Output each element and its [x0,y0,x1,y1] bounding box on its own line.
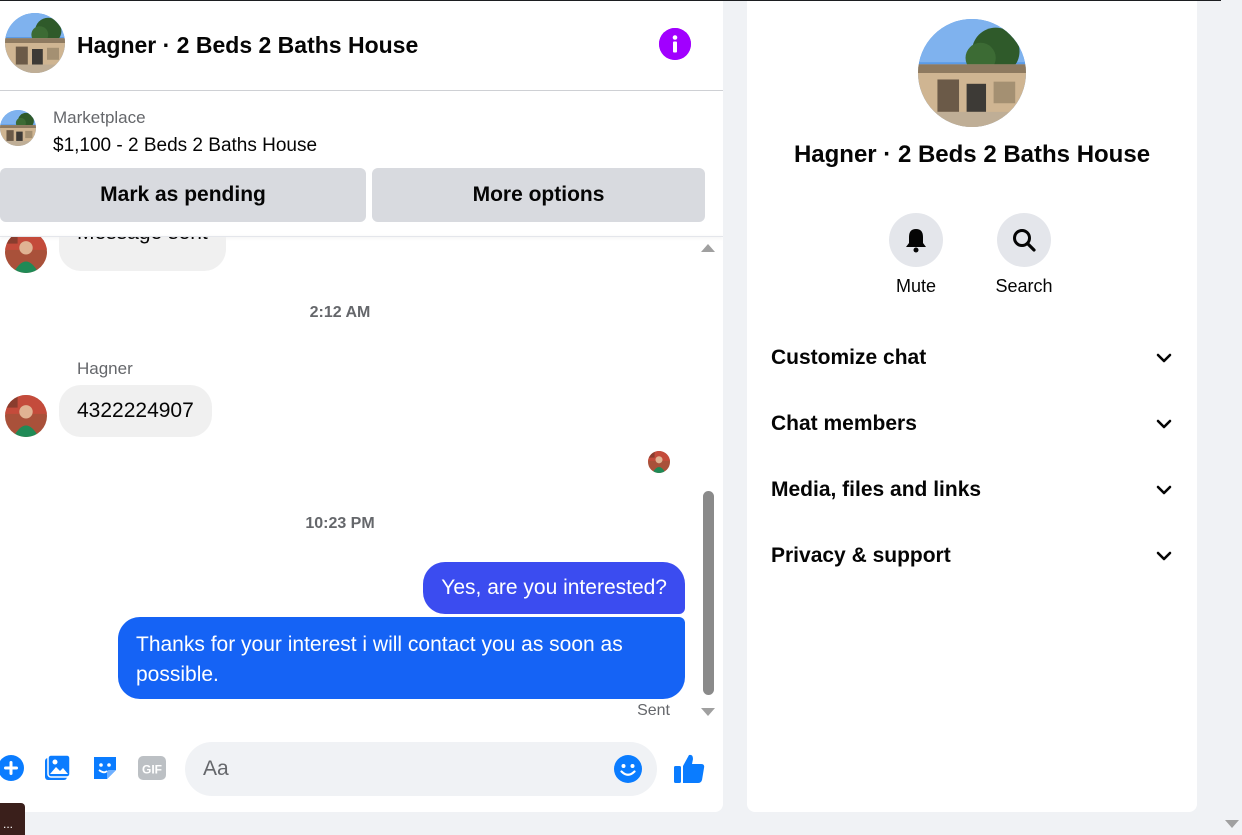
message-status: Sent [637,702,670,719]
timestamp: 2:12 AM [309,304,371,321]
message-bubble-outgoing[interactable]: Thanks for your interest i will contact … [118,617,685,699]
info-icon[interactable] [659,28,691,60]
search-icon [1013,229,1036,252]
thumbs-up-icon[interactable] [671,751,707,787]
chevron-down-icon [1156,551,1172,561]
message-bubble-incoming[interactable]: Message sent [59,237,226,271]
section-label: Customize chat [771,346,927,369]
message-input[interactable] [203,742,603,796]
chevron-down-icon [1156,485,1172,495]
minimized-tab[interactable]: ... [0,803,25,835]
read-receipt-avatar [648,451,670,473]
page-scroll-down-arrow[interactable] [1225,820,1239,828]
scroll-down-arrow[interactable] [701,708,715,716]
mute-button[interactable] [889,213,943,267]
plus-icon[interactable] [0,753,26,783]
scroll-up-arrow[interactable] [701,244,715,252]
mute-label: Mute [895,276,937,296]
section-label: Media, files and links [771,478,982,501]
gif-icon-text: GIF [142,763,162,777]
page-scrollbar[interactable] [1221,0,1242,835]
section-customize-chat[interactable]: Customize chat [771,338,1175,378]
conversation-info-panel: Hagner · 2 Beds 2 Baths House Mute Searc… [747,1,1197,812]
sticker-icon[interactable] [90,753,120,783]
bell-icon [906,229,926,253]
section-label: Privacy & support [771,544,951,567]
conversation-avatar[interactable] [5,13,65,73]
section-label: Chat members [771,412,917,435]
timestamp: 10:23 PM [305,515,375,532]
listing-thumbnail[interactable] [0,110,36,146]
sender-avatar[interactable] [5,395,47,437]
listing-price-title[interactable]: $1,100 - 2 Beds 2 Baths House [53,135,317,157]
message-bubble-outgoing[interactable]: Yes, are you interested? [423,562,685,614]
section-media-files-links[interactable]: Media, files and links [771,470,1175,510]
gif-icon[interactable]: GIF [137,753,167,783]
chevron-down-icon [1156,353,1172,363]
sender-avatar[interactable] [5,237,47,273]
sender-name: Hagner [77,359,133,378]
chat-header: Hagner · 2 Beds 2 Baths House [0,1,723,91]
conversation-avatar-large[interactable] [918,19,1026,127]
mark-as-pending-button[interactable]: Mark as pending [0,168,366,222]
message-list: Message sent 2:12 AM Hagner 4322224907 1… [0,237,723,727]
message-bubble-incoming[interactable]: 4322224907 [59,385,212,437]
message-input-wrapper [185,742,657,796]
image-icon[interactable] [42,753,72,783]
section-chat-members[interactable]: Chat members [771,404,1175,444]
more-options-button[interactable]: More options [372,168,705,222]
conversation-title[interactable]: Hagner · 2 Beds 2 Baths House [77,32,418,59]
search-button[interactable] [997,213,1051,267]
section-privacy-support[interactable]: Privacy & support [771,536,1175,576]
panel-title: Hagner · 2 Beds 2 Baths House [793,141,1151,168]
search-label: Search [995,276,1053,296]
emoji-icon[interactable] [613,754,643,784]
marketplace-label: Marketplace [53,108,146,127]
chevron-down-icon [1156,419,1172,429]
message-composer: GIF [0,731,723,811]
chat-panel: Hagner · 2 Beds 2 Baths House Marketplac… [0,1,723,812]
message-scrollbar-thumb[interactable] [703,491,714,695]
